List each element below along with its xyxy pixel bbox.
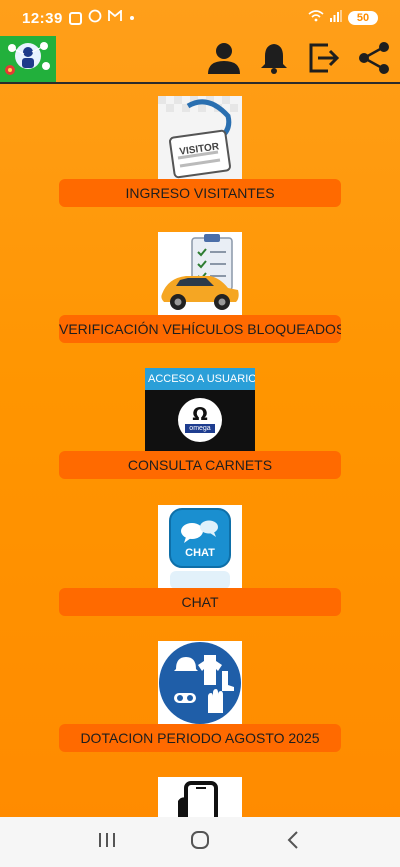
status-left: 12:39: [22, 9, 134, 28]
chat-icon-text: CHAT: [185, 547, 215, 559]
chat-icon[interactable]: CHAT: [158, 505, 242, 589]
app-bar: [0, 36, 400, 84]
gmail-icon: [107, 9, 122, 27]
menu-button-dotacion[interactable]: DOTACION PERIODO AGOSTO 2025: [59, 724, 341, 752]
share-button[interactable]: [356, 41, 392, 80]
vehicle-checklist-icon[interactable]: [158, 232, 242, 316]
share-icon: [357, 41, 391, 80]
menu-button-carnets[interactable]: CONSULTA CARNETS: [59, 451, 341, 479]
omega-access-icon[interactable]: ACCESO A USUARIO Ω omega: [145, 368, 255, 452]
back-icon: [286, 830, 300, 855]
back-button[interactable]: [273, 822, 313, 862]
logout-button[interactable]: [306, 42, 342, 78]
svg-text:Ω: Ω: [192, 404, 207, 425]
omega-brand-label: omega: [185, 424, 215, 433]
recent-apps-icon: [97, 831, 117, 854]
home-button[interactable]: [180, 822, 220, 862]
status-bar: 12:39 50: [0, 0, 400, 36]
system-nav-bar: [0, 817, 400, 867]
screenshot-icon: [68, 11, 82, 25]
home-icon: [190, 830, 210, 855]
mobile-phone-icon[interactable]: [158, 777, 242, 817]
profile-icon: [207, 42, 241, 79]
logout-icon: [308, 43, 340, 78]
notifications-button[interactable]: [256, 42, 292, 78]
more-notifications-dot: [129, 16, 134, 20]
signal-icon: [330, 9, 342, 27]
visitor-badge-icon[interactable]: VISITOR: [158, 96, 242, 180]
notifications-icon: [260, 42, 288, 79]
app-logo[interactable]: [0, 36, 56, 82]
profile-button[interactable]: [206, 42, 242, 78]
status-time: 12:39: [22, 9, 63, 27]
menu-button-visitantes[interactable]: INGRESO VISITANTES: [59, 179, 341, 207]
battery-indicator: 50: [348, 11, 378, 25]
wifi-icon: [308, 9, 324, 27]
safety-equipment-icon[interactable]: [158, 641, 242, 725]
app-actions: [206, 41, 392, 80]
menu-button-vehiculos[interactable]: VERIFICACIÓN VEHÍCULOS BLOQUEADOS: [59, 315, 341, 343]
status-right: 50: [308, 9, 378, 27]
recent-apps-button[interactable]: [87, 822, 127, 862]
whatsapp-icon: [88, 9, 102, 28]
menu-button-chat[interactable]: CHAT: [59, 588, 341, 616]
